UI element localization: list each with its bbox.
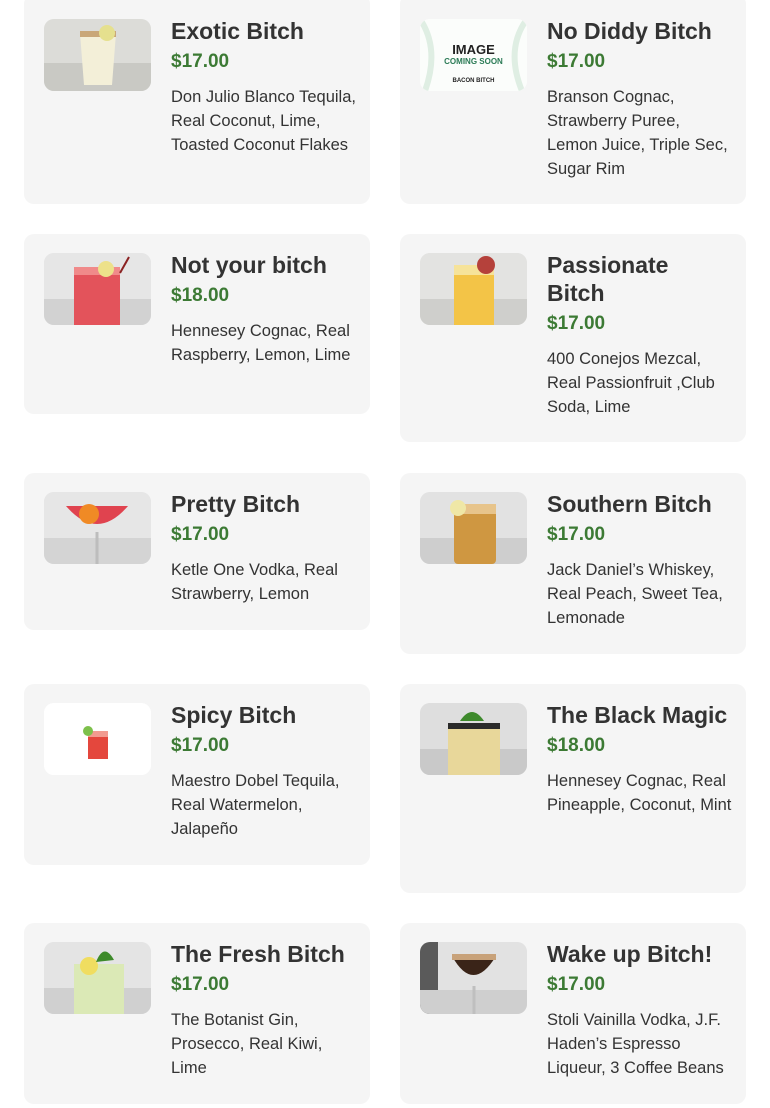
drink-photo [44, 492, 151, 564]
item-price: $17.00 [171, 735, 230, 756]
item-name: No Diddy Bitch [547, 18, 712, 44]
drink-photo [44, 253, 151, 325]
item-description: Stoli Vainilla Vodka, J.F. Haden’s Espre… [547, 1011, 724, 1077]
item-description: Ketle One Vodka, Real Strawberry, Lemon [171, 561, 338, 603]
item-name: Spicy Bitch [171, 702, 297, 728]
item-name: Passionate Bitch [547, 252, 669, 306]
item-name: Exotic Bitch [171, 18, 304, 44]
menu-card-the-black-magic[interactable]: The Black Magic $18.00 Hennesey Cognac, … [400, 684, 746, 893]
menu-card-no-diddy-bitch[interactable]: IMAGE COMING SOON BACON BITCH No Diddy B… [400, 0, 746, 204]
menu-card-the-fresh-bitch[interactable]: The Fresh Bitch $17.00 The Botanist Gin,… [24, 923, 370, 1104]
drink-photo [420, 703, 527, 775]
item-price: $17.00 [171, 524, 230, 545]
item-name: Pretty Bitch [171, 491, 301, 517]
item-price: $17.00 [547, 51, 606, 72]
item-name: The Black Magic [547, 702, 728, 728]
item-price: $17.00 [547, 974, 606, 995]
item-price: $17.00 [547, 524, 606, 545]
menu-card-exotic-bitch[interactable]: Exotic Bitch $17.00 Don Julio Blanco Teq… [24, 0, 370, 204]
item-price: $18.00 [171, 285, 230, 306]
menu-card-wake-up-bitch[interactable]: Wake up Bitch! $17.00 Stoli Vainilla Vod… [400, 923, 746, 1104]
menu-card-southern-bitch[interactable]: Southern Bitch $17.00 Jack Daniel’s Whis… [400, 473, 746, 654]
item-description: Branson Cognac, Strawberry Puree, Lemon … [547, 88, 728, 178]
drink-photo [420, 942, 527, 1014]
item-price: $17.00 [547, 313, 606, 334]
drink-photo [420, 492, 527, 564]
placeholder-brand: BACON BITCH [452, 78, 495, 84]
item-description: 400 Conejos Mezcal, Real Passionfruit ,C… [547, 350, 715, 416]
item-description: Hennesey Cognac, Real Pineapple, Coconut… [547, 772, 732, 814]
image-coming-soon-placeholder: IMAGE COMING SOON BACON BITCH [420, 19, 527, 91]
item-name: Wake up Bitch! [547, 941, 713, 967]
item-price: $18.00 [547, 735, 606, 756]
placeholder-line1: IMAGE [452, 42, 495, 57]
drink-photo [44, 942, 151, 1014]
drink-photo [420, 253, 527, 325]
item-price: $17.00 [171, 974, 230, 995]
item-description: The Botanist Gin, Prosecco, Real Kiwi, L… [171, 1011, 323, 1077]
item-description: Hennesey Cognac, Real Raspberry, Lemon, … [171, 322, 351, 364]
item-name: Southern Bitch [547, 491, 712, 517]
item-description: Don Julio Blanco Tequila, Real Coconut, … [171, 88, 356, 154]
menu-card-spicy-bitch[interactable]: Spicy Bitch $17.00 Maestro Dobel Tequila… [24, 684, 370, 865]
item-description: Maestro Dobel Tequila, Real Watermelon, … [171, 772, 340, 838]
item-price: $17.00 [171, 51, 230, 72]
menu-card-pretty-bitch[interactable]: Pretty Bitch $17.00 Ketle One Vodka, Rea… [24, 473, 370, 630]
drink-photo [44, 19, 151, 91]
drink-photo [44, 703, 151, 775]
item-name: The Fresh Bitch [171, 941, 345, 967]
menu-card-not-your-bitch[interactable]: Not your bitch $18.00 Hennesey Cognac, R… [24, 234, 370, 414]
item-description: Jack Daniel’s Whiskey, Real Peach, Sweet… [547, 561, 723, 627]
placeholder-line2: COMING SOON [444, 57, 503, 66]
menu-card-passionate-bitch[interactable]: Passionate Bitch $17.00 400 Conejos Mezc… [400, 234, 746, 442]
item-name: Not your bitch [171, 252, 327, 278]
